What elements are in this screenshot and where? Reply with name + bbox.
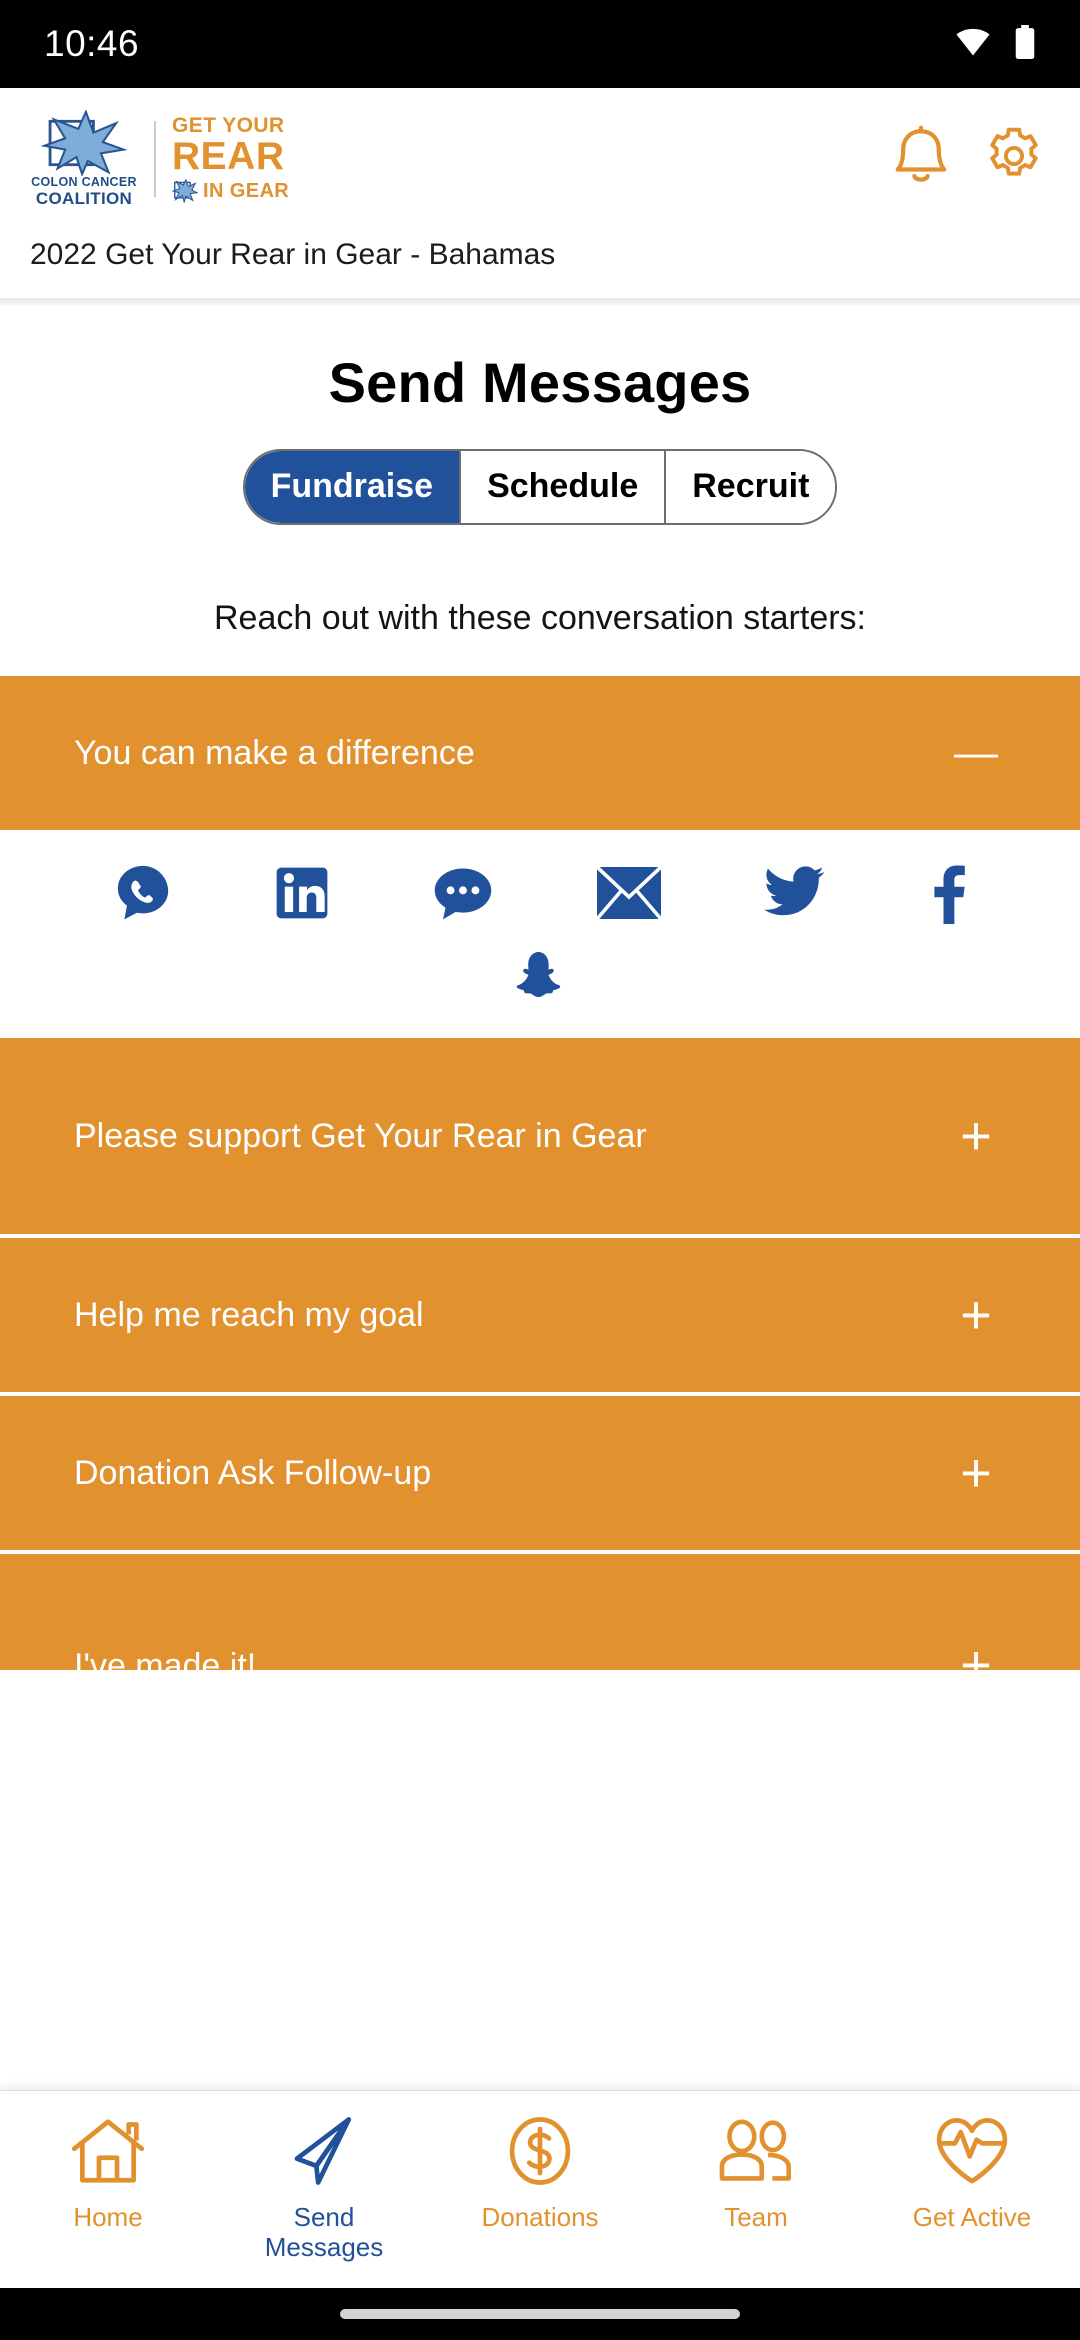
share-row-secondary <box>0 924 1080 1004</box>
status-bar-clock: 10:46 <box>44 23 140 64</box>
accordion-expand-icon[interactable]: + <box>946 1288 1006 1342</box>
tab-fundraise[interactable]: Fundraise <box>244 450 462 523</box>
accordion-expand-icon[interactable]: + <box>946 1109 1006 1163</box>
people-icon <box>714 2115 798 2192</box>
starburst-logo-icon <box>36 109 132 178</box>
get-your-rear-in-gear-logo: GET YOUR REAR IN GEAR <box>172 115 289 203</box>
accordion-collapse-icon[interactable]: — <box>946 730 1006 775</box>
twitter-icon[interactable] <box>762 865 826 921</box>
colon-cancer-coalition-logo: COLON CANCER COALITION <box>30 109 138 208</box>
logo-brand-line-1: GET YOUR <box>172 113 285 137</box>
nav-item-get-active[interactable]: Get Active <box>878 2115 1066 2232</box>
accordion-item-help-me-reach-my-goal[interactable]: Help me reach my goal + <box>0 1237 1080 1396</box>
conversation-starters-subtitle: Reach out with these conversation starte… <box>214 598 866 637</box>
app-header: COLON CANCER COALITION GET YOUR REAR IN … <box>0 88 1080 298</box>
accordion-item-you-can-make-a-difference[interactable]: You can make a difference — <box>0 675 1080 834</box>
gesture-navigation-area <box>0 2288 1080 2340</box>
accordion-item-ive-made-it[interactable]: I've made it! + <box>0 1553 1080 1674</box>
logo-org-line-2: COALITION <box>35 188 133 208</box>
snapchat-icon[interactable] <box>511 948 569 1004</box>
whatsapp-icon[interactable] <box>112 862 174 924</box>
sms-chat-icon[interactable] <box>431 862 495 924</box>
event-title: 2022 Get Your Rear in Gear - Bahamas <box>30 237 556 271</box>
facebook-icon[interactable] <box>926 862 968 924</box>
tab-schedule[interactable]: Schedule <box>461 450 667 523</box>
nav-label-donations: Donations <box>481 2202 599 2232</box>
wifi-icon <box>954 27 992 62</box>
accordion-item-title: Help me reach my goal <box>74 1295 424 1334</box>
logo-brand-line-3-row: IN GEAR <box>172 178 290 203</box>
nav-label-send-messages-line2: Messages <box>264 2232 384 2263</box>
small-starburst-icon <box>172 178 198 203</box>
share-row-primary <box>0 862 1080 924</box>
status-bar-indicators <box>954 24 1036 64</box>
bell-icon[interactable] <box>892 125 950 192</box>
accordion-item-donation-ask-follow-up[interactable]: Donation Ask Follow-up + <box>0 1395 1080 1554</box>
dollar-circle-icon <box>503 2115 577 2192</box>
battery-icon <box>1014 24 1036 64</box>
gear-icon[interactable] <box>984 126 1044 191</box>
phone-screen: 10:46 COLON CANCER COALITION GET YOUR RE… <box>0 0 1080 2340</box>
nav-item-team[interactable]: Team <box>662 2115 850 2232</box>
logo-org-line-1: COLON CANCER <box>31 175 137 189</box>
logo-brand-line-3: IN GEAR <box>203 179 290 202</box>
conversation-starters-accordion: You can make a difference — Please suppo… <box>0 675 1080 1674</box>
accordion-item-title: Please support Get Your Rear in Gear <box>74 1116 647 1155</box>
header-action-icons <box>892 125 1050 192</box>
bottom-navigation-bar: Home Send Messages Donations Team Get Ac… <box>0 2090 1080 2288</box>
nav-item-send-messages[interactable]: Send Messages <box>230 2115 418 2262</box>
nav-label-send-messages-line1: Send <box>293 2202 355 2232</box>
nav-label-home: Home <box>73 2202 143 2232</box>
share-options-panel <box>0 833 1080 1038</box>
tab-bar-wrapper: Fundraise Schedule Recruit <box>0 448 1080 543</box>
logo-divider <box>154 120 156 197</box>
page-title: Send Messages <box>328 350 752 414</box>
accordion-expand-icon[interactable]: + <box>946 1446 1006 1500</box>
accordion-item-please-support-get-your-rear-in-gear[interactable]: Please support Get Your Rear in Gear + <box>0 1037 1080 1238</box>
accordion-item-title: Donation Ask Follow-up <box>74 1453 432 1492</box>
nav-label-send-messages: Send Messages <box>265 2202 384 2262</box>
nav-item-donations[interactable]: Donations <box>446 2115 634 2232</box>
logo-brand-line-2: REAR <box>172 134 285 178</box>
app-header-top-row: COLON CANCER COALITION GET YOUR REAR IN … <box>30 109 1050 208</box>
home-icon <box>69 2115 147 2192</box>
tab-bar: Fundraise Schedule Recruit <box>242 448 838 525</box>
linkedin-icon[interactable] <box>273 864 331 922</box>
header-divider <box>0 297 1080 306</box>
paper-plane-icon <box>286 2115 362 2192</box>
heart-pulse-icon <box>932 2115 1012 2192</box>
accordion-expand-icon[interactable]: + <box>946 1638 1006 1670</box>
nav-label-get-active: Get Active <box>912 2202 1032 2232</box>
status-bar: 10:46 <box>0 0 1080 88</box>
page-content: Send Messages Fundraise Schedule Recruit… <box>0 305 1080 1674</box>
accordion-item-title: You can make a difference <box>74 733 475 772</box>
nav-label-team: Team <box>724 2202 788 2232</box>
email-icon[interactable] <box>595 864 663 922</box>
tab-recruit[interactable]: Recruit <box>666 450 836 523</box>
accordion-item-title: I've made it! <box>74 1647 257 1674</box>
home-gesture-bar[interactable] <box>340 2309 740 2319</box>
app-logo: COLON CANCER COALITION GET YOUR REAR IN … <box>30 109 289 208</box>
nav-item-home[interactable]: Home <box>14 2115 202 2232</box>
